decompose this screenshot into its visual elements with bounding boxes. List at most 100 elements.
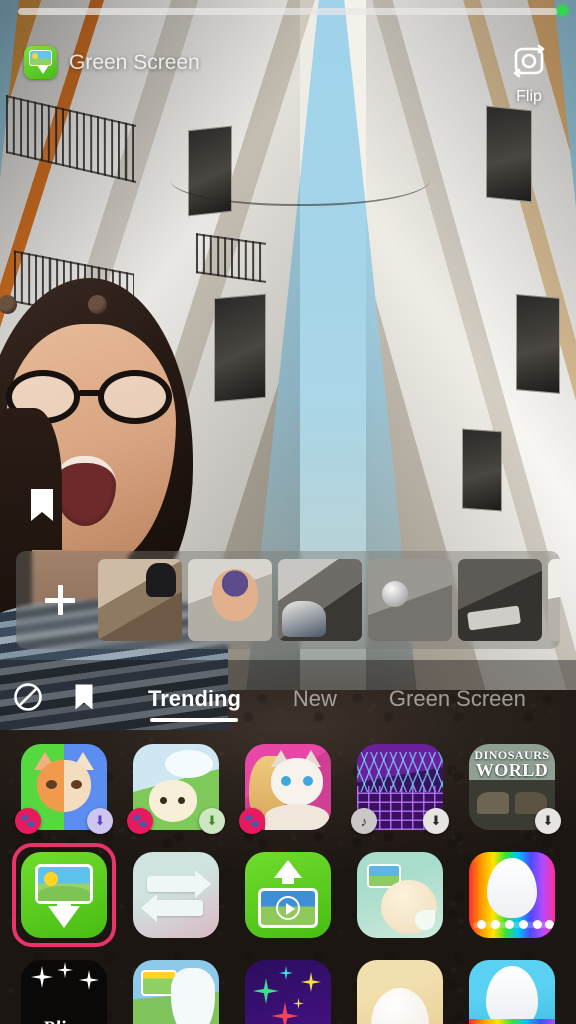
color-slider-dot [519,920,528,929]
badge-sun-shape [32,53,38,59]
effect-thumbnail: Bling [21,960,107,1024]
plus-icon [45,585,75,615]
window [516,294,560,394]
subject-eye-left [0,295,17,314]
download-badge-icon[interactable]: ⬇ [199,808,225,834]
video-image-shape [258,888,318,928]
camera-flip-icon [508,42,550,85]
paw-badge-icon: 🐾 [239,808,265,834]
effect-rainbow-color[interactable] [469,852,555,938]
thumb-boxes-worker[interactable] [98,559,182,641]
effect-bling[interactable]: Bling [21,960,107,1024]
tab-green-screen[interactable]: Green Screen [363,660,552,738]
bookmark-icon [29,487,55,528]
puppy-eye-right [178,797,185,804]
tab-trending[interactable]: Trending [122,660,267,738]
badge-download-arrow [37,65,49,74]
recording-progress-bar[interactable] [18,8,558,15]
camera-effects-screen: Green Screen Flip Trending New Green Scr… [0,0,576,1024]
swap-arrow-tip-right [195,870,211,898]
effect-thumbnail [245,852,331,938]
no-effect-button[interactable] [0,660,56,738]
color-slider-track [473,920,554,929]
color-slider-dot [533,920,542,929]
subject-eye-right [88,295,107,314]
swap-arrow-tip-left [141,894,157,922]
effect-cream-face[interactable] [357,960,443,1024]
upload-arrow-stem [282,876,294,884]
effect-thumbnail [133,960,219,1024]
green-screen-image-download-icon [24,46,57,79]
active-effect-badge[interactable]: Green Screen [24,46,200,79]
swap-arrow-top [147,876,197,892]
no-effect-icon [13,682,43,717]
cat-face [37,760,91,812]
flip-camera-button[interactable]: Flip [498,42,560,106]
active-effect-label: Green Screen [69,50,200,74]
white-face-shape [486,966,538,1024]
hill-shape [38,886,90,901]
color-slider-dot [505,920,514,929]
thumb-dark-equipment[interactable] [458,559,542,641]
color-slider-dot [477,920,486,929]
thumb-person-cap-glasses[interactable] [188,559,272,641]
download-badge-icon[interactable]: ⬇ [535,808,561,834]
save-effect-bookmark-button[interactable] [22,481,62,533]
effect-thumbnail [357,960,443,1024]
cloud-shape [165,750,213,778]
dinosaur-shape-left [477,792,509,814]
window [188,125,232,217]
effect-green-screen-video[interactable] [245,852,331,938]
cream-face-shape [371,988,429,1024]
effect-puppy-clouds[interactable]: 🐾 ⬇ [127,744,225,834]
effect-green-screen[interactable] [12,843,116,947]
effect-white-cat[interactable]: 🐾 [239,744,331,834]
effects-grid: 🐾 ⬇ 🐾 ⬇ 🐾 ♪ ⬇ DINOSAURS WORLD ⬇ [0,738,576,1024]
tab-green-screen-label: Green Screen [388,686,526,711]
effect-thumbnail [357,852,443,938]
effects-category-tabs: Trending New Green Screen [122,660,576,738]
download-arrow-head [48,906,80,928]
cat-eye-right [303,776,313,786]
effect-thumbnail [133,852,219,938]
effect-portrait-blur[interactable] [357,852,443,938]
play-icon [276,896,300,920]
effect-cat-tiger-split[interactable]: 🐾 ⬇ [15,744,113,834]
cat-head [271,758,323,806]
puppy-eye-left [160,797,167,804]
sparkle-shape [31,966,53,988]
download-badge-icon[interactable]: ⬇ [423,808,449,834]
effect-retro-grid[interactable]: ♪ ⬇ [351,744,449,834]
sparkle-shape [79,970,99,990]
tab-new[interactable]: New [267,660,363,738]
music-note-badge-icon: ♪ [351,808,377,834]
sparkle-green [253,978,279,1004]
window [486,105,532,203]
favorites-button[interactable] [56,660,112,738]
paw-badge-icon: 🐾 [127,808,153,834]
effect-rainbow-band[interactable] [469,960,555,1024]
sparkle-red [271,1002,299,1024]
sparkle-yellow [301,972,321,992]
thumb-metal-knobs[interactable] [368,559,452,641]
thumb-machine-conveyor[interactable] [278,559,362,641]
cat-body [265,804,329,830]
cat-eye-left [46,780,57,789]
add-media-button[interactable] [22,552,98,648]
flip-camera-label: Flip [516,88,542,105]
effect-sparkles[interactable] [245,960,331,1024]
recording-indicator-dot [557,5,568,16]
thumb-partial-window[interactable] [548,559,560,641]
effect-hand-wave-image[interactable] [133,960,219,1024]
tab-new-label: New [292,686,337,711]
effect-swap-arrows[interactable] [133,852,219,938]
media-thumbnail-strip[interactable] [16,551,560,649]
effect-thumbnail [469,852,555,938]
color-slider-dot [491,920,500,929]
dino-title-line2: WORLD [475,760,549,780]
download-badge-icon[interactable]: ⬇ [87,808,113,834]
hand-shape [171,968,215,1024]
tab-trending-label: Trending [148,686,241,711]
effects-tab-bar: Trending New Green Screen [0,660,576,738]
effect-dinosaurs-world[interactable]: DINOSAURS WORLD ⬇ [469,744,561,834]
